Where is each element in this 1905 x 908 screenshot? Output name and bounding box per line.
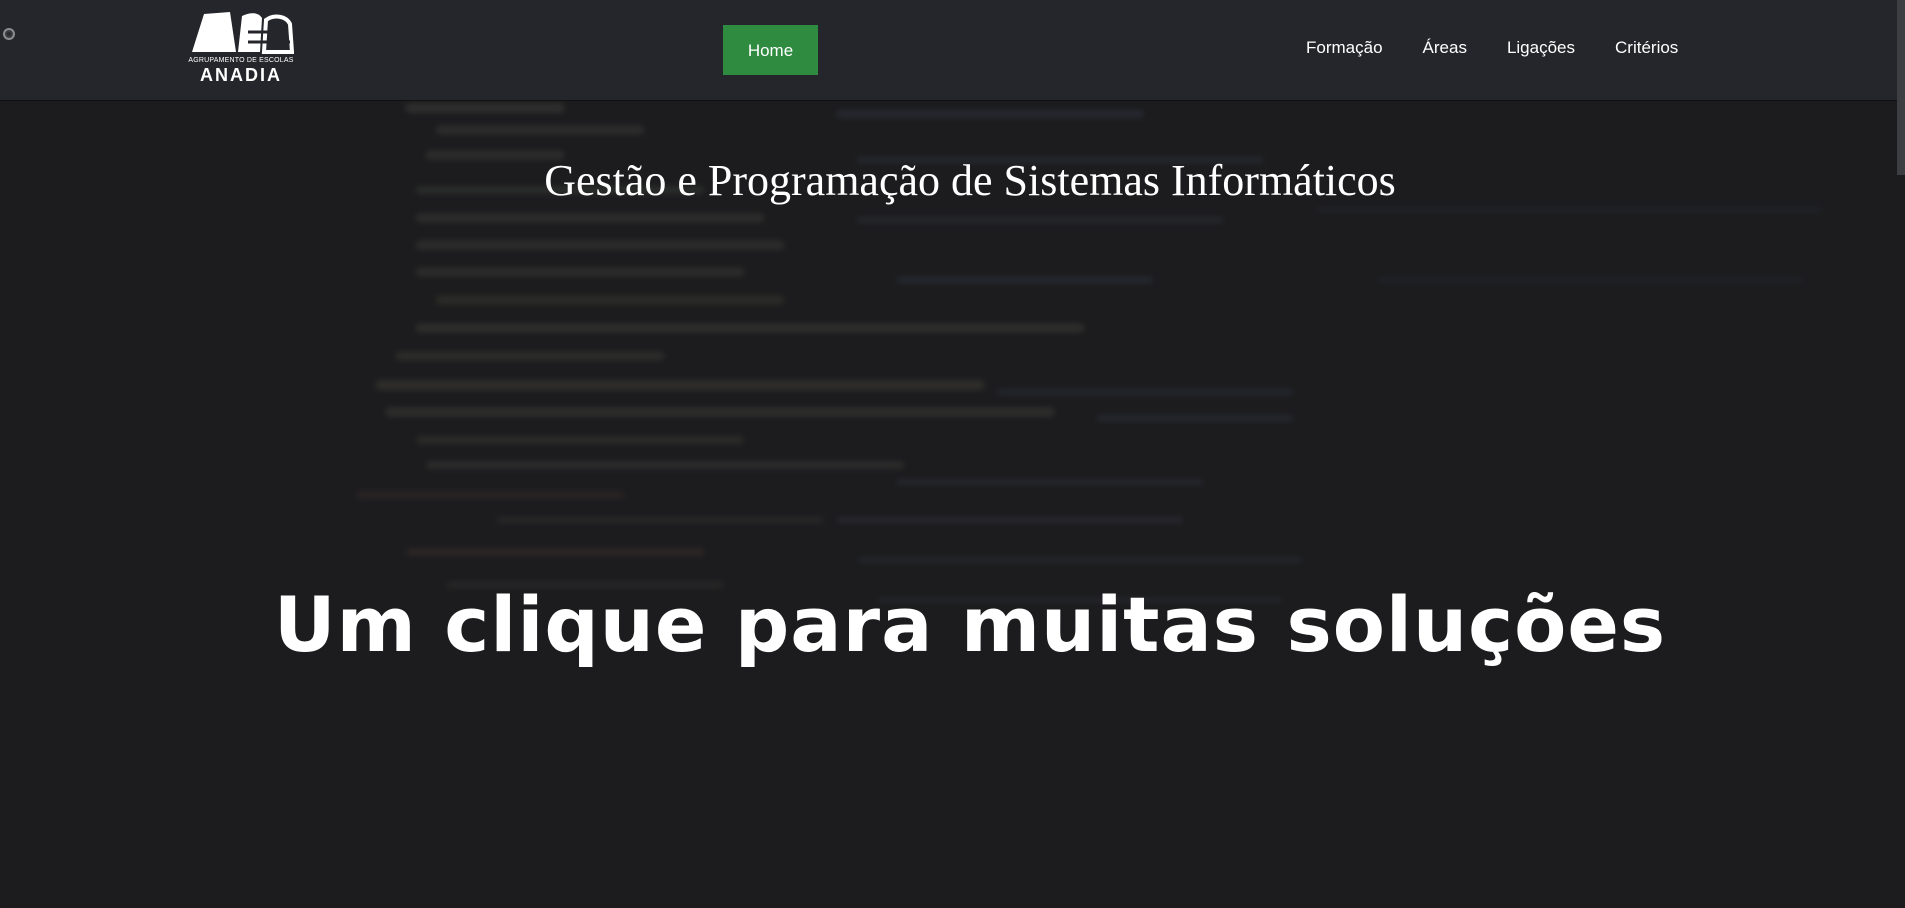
- logo-subtitle: AGRUPAMENTO DE ESCOLAS: [188, 57, 294, 64]
- nav-link-ligacoes[interactable]: Ligações: [1507, 38, 1575, 58]
- nav-link-criterios[interactable]: Critérios: [1615, 38, 1678, 58]
- nav-link-formacao[interactable]: Formação: [1306, 38, 1383, 58]
- nav-link-areas[interactable]: Áreas: [1423, 38, 1467, 58]
- building-logo-icon: [192, 12, 294, 54]
- school-logo[interactable]: AGRUPAMENTO DE ESCOLAS ANADIA: [188, 10, 294, 85]
- scrollbar-thumb[interactable]: [1897, 0, 1905, 175]
- home-button[interactable]: Home: [723, 25, 818, 75]
- top-navbar: AGRUPAMENTO DE ESCOLAS ANADIA Home Forma…: [0, 0, 1905, 100]
- radio-indicator-icon[interactable]: [3, 28, 15, 40]
- nav-links: Formação Áreas Ligações Critérios: [1306, 38, 1718, 58]
- code-background-image: [0, 100, 1905, 908]
- hero-headline: Um clique para muitas soluções: [273, 580, 1667, 669]
- logo-title: ANADIA: [200, 65, 282, 85]
- page-scrollbar[interactable]: [1897, 0, 1905, 908]
- hero-subtitle: Gestão e Programação de Sistemas Informá…: [544, 156, 1396, 205]
- hero-section: Gestão e Programação de Sistemas Informá…: [0, 100, 1905, 908]
